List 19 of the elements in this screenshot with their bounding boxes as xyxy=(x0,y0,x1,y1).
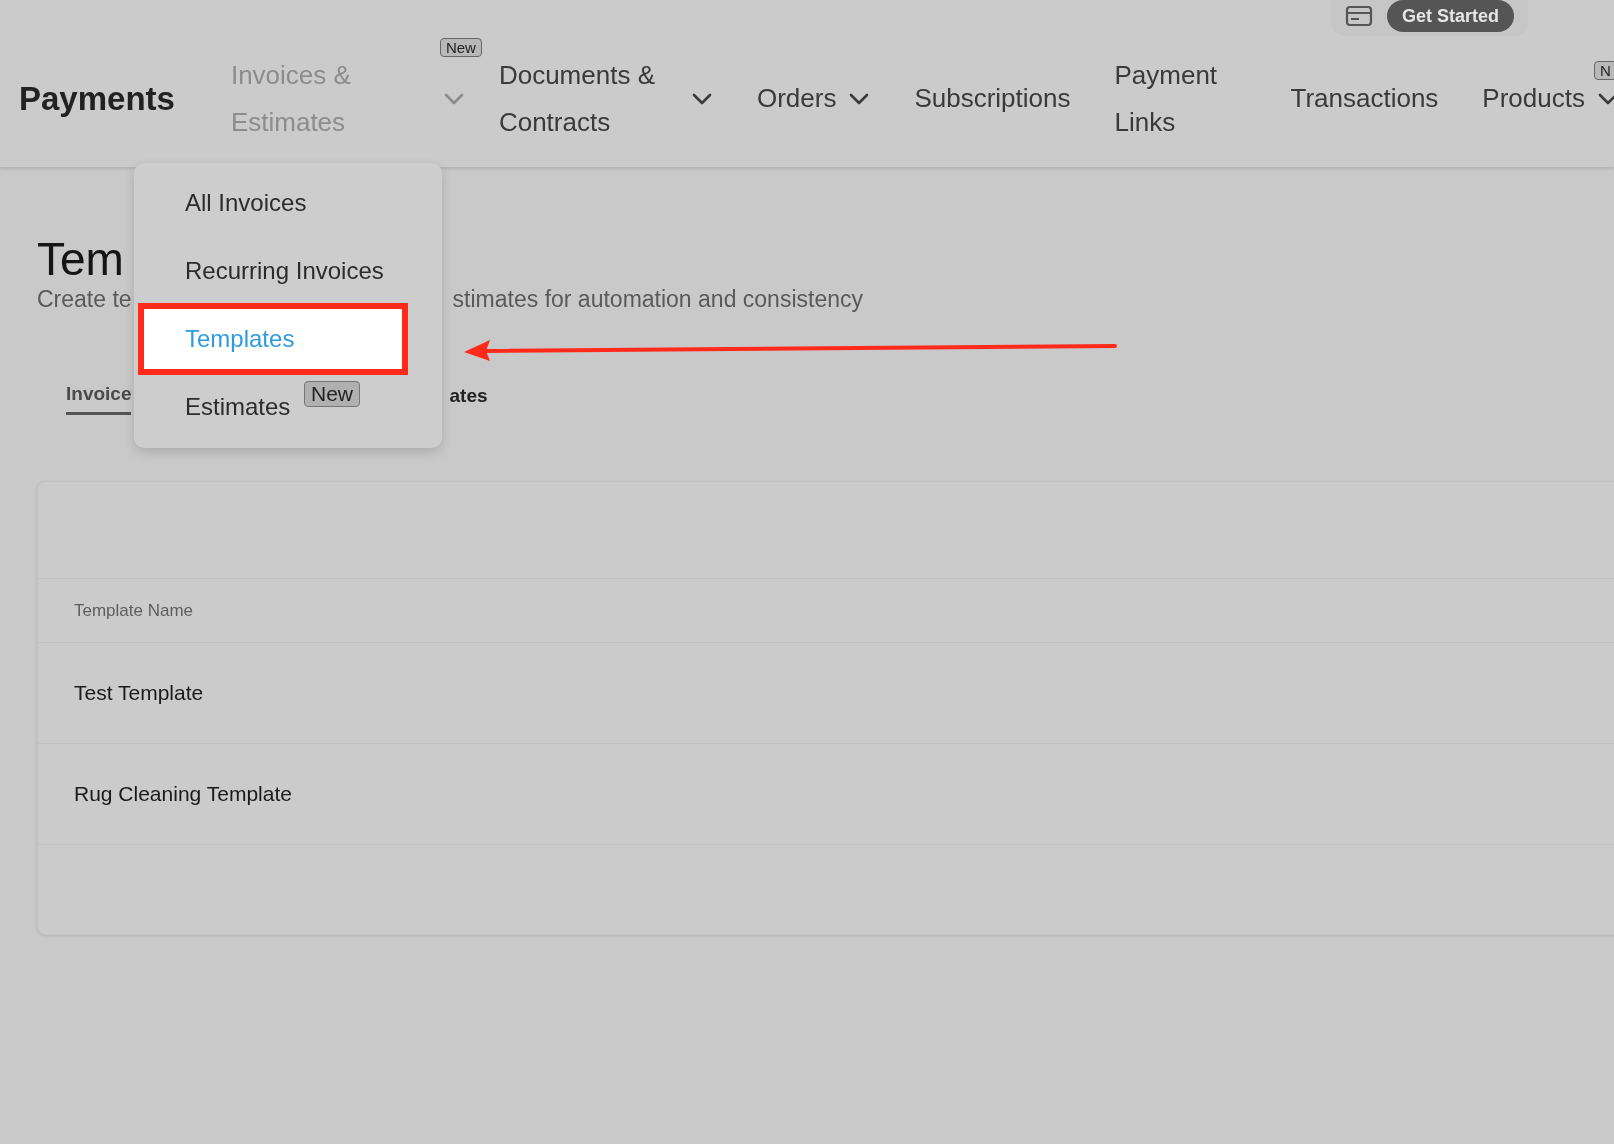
tab[interactable]: ates xyxy=(449,377,488,415)
page-subtitle: Create te xyxy=(37,285,132,313)
app-title: Payments xyxy=(19,78,175,119)
nav-item[interactable]: Subscriptions xyxy=(914,75,1071,122)
page-title: Tem xyxy=(37,233,124,285)
nav-item[interactable]: Transactions xyxy=(1290,75,1439,122)
get-started-button[interactable]: Get Started xyxy=(1386,0,1514,32)
new-badge: New xyxy=(304,381,360,407)
table-cell-text: Rug Cleaning Template xyxy=(74,781,292,808)
nav-item[interactable]: Payment Links xyxy=(1114,51,1235,146)
new-badge: N xyxy=(1593,61,1614,80)
table-cell-text: Test Template xyxy=(74,680,204,707)
page-subtitle: stimates for automation and consistency xyxy=(452,285,863,313)
nav-item[interactable]: Orders xyxy=(756,75,871,122)
new-badge: New xyxy=(439,37,482,57)
column-header: Template Name xyxy=(74,599,194,622)
credit-card-icon[interactable] xyxy=(1344,5,1373,27)
tab[interactable]: Invoice xyxy=(66,377,132,415)
nav-item[interactable]: Documents & Contracts xyxy=(498,51,713,146)
